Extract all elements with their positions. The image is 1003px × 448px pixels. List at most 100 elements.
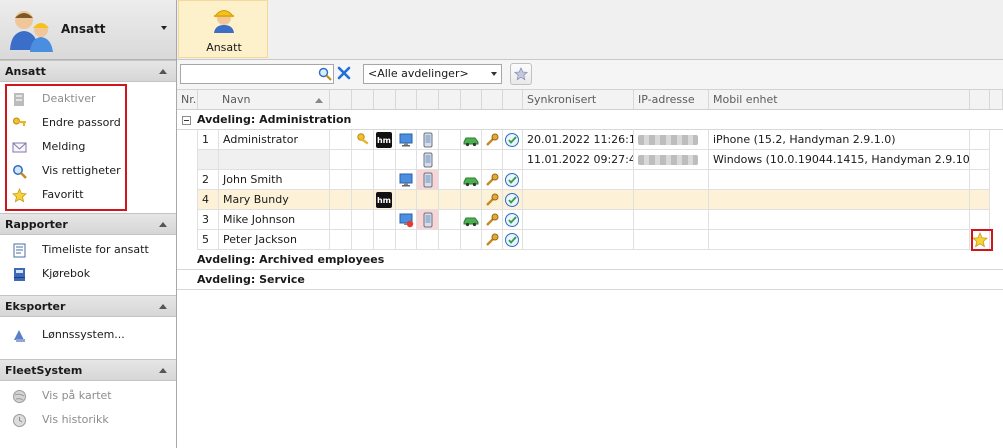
users-icon: [10, 11, 53, 52]
sidebar-item-timeliste[interactable]: Timeliste for ansatt: [0, 238, 176, 262]
clear-search-icon[interactable]: [336, 65, 352, 81]
sidebar-item-label: Timeliste for ansatt: [42, 243, 149, 256]
sidebar-item-vis-rettigheter[interactable]: Vis rettigheter: [0, 159, 176, 183]
tools-icon: [486, 213, 499, 226]
cell-navn: Administrator: [219, 130, 330, 150]
sidebar-item-kjorebok[interactable]: Kjørebok: [0, 262, 176, 286]
highlight-box: [971, 229, 993, 251]
column-header-blank: [374, 90, 396, 110]
sidebar-item-deaktiver[interactable]: Deaktiver: [0, 87, 176, 111]
sidebar-item-vis-pa-kartet[interactable]: Vis på kartet: [0, 384, 176, 408]
cell-icon: [503, 170, 523, 190]
cell-icon: [439, 130, 461, 150]
sidebar-item-label: Vis rettigheter: [42, 164, 121, 177]
search-icon[interactable]: [318, 67, 332, 81]
section-header-rapporter[interactable]: Rapporter: [0, 213, 176, 235]
cell-synkronisert: 20.01.2022 11:26:10: [523, 130, 634, 150]
section-title: Ansatt: [5, 65, 46, 78]
group-row-administration[interactable]: Avdeling: Administration: [177, 110, 1003, 130]
sidebar-item-favoritt[interactable]: Favoritt: [0, 183, 176, 207]
chevron-up-icon[interactable]: [159, 368, 167, 373]
cell-icon: [482, 190, 503, 210]
table-row[interactable]: 5 Peter Jackson: [177, 230, 1003, 250]
cell-favorite: [970, 170, 990, 190]
chevron-down-icon[interactable]: [161, 26, 167, 30]
clock-check-icon: [505, 213, 519, 227]
sidebar-item-lonnssystem[interactable]: Lønnssystem...: [0, 323, 176, 347]
logbook-icon: [14, 268, 25, 281]
sidebar-item-label: Deaktiver: [42, 92, 96, 105]
indent-cell: [177, 190, 198, 210]
ribbon-ansatt-button[interactable]: Ansatt: [178, 0, 268, 58]
section-header-ansatt[interactable]: Ansatt: [0, 60, 176, 82]
cell-nr: 2: [198, 170, 219, 190]
sidebar-item-melding[interactable]: Melding: [0, 135, 176, 159]
cell-navn: [219, 150, 330, 170]
car-icon: [463, 177, 479, 187]
clock-check-icon: [505, 233, 519, 247]
chevron-up-icon[interactable]: [159, 222, 167, 227]
cell-icon: [374, 210, 396, 230]
column-header-navn[interactable]: Navn: [198, 90, 330, 110]
search-box: [180, 64, 334, 84]
section-header-fleetsystem[interactable]: FleetSystem: [0, 359, 176, 381]
ribbon-button-label: Ansatt: [206, 41, 242, 54]
cell-favorite: [970, 130, 990, 150]
module-selector[interactable]: Ansatt: [0, 0, 176, 60]
chevron-up-icon[interactable]: [159, 69, 167, 74]
cell-mobil: [709, 230, 970, 250]
cell-icon: [461, 130, 482, 150]
collapse-toggle-icon[interactable]: [182, 116, 191, 125]
cell-icon: [330, 230, 352, 250]
favorite-filter-button[interactable]: [510, 63, 532, 85]
cell-synkronisert: [523, 190, 634, 210]
cell-icon: [439, 230, 461, 250]
sidebar: Ansatt Ansatt Deaktiver Endre passord Me…: [0, 0, 177, 448]
sort-ascending-icon: [315, 98, 323, 103]
group-row-archived[interactable]: Avdeling: Archived employees: [177, 250, 1003, 270]
cell-icon: [503, 210, 523, 230]
column-header-ip[interactable]: IP-adresse: [634, 90, 709, 110]
cell-icon: [439, 170, 461, 190]
column-header-synkronisert[interactable]: Synkronisert: [523, 90, 634, 110]
column-header-blank: [482, 90, 503, 110]
table-row-selected[interactable]: 4 Mary Bundy hm: [177, 190, 1003, 210]
cell-icon: [439, 150, 461, 170]
department-select[interactable]: <Alle avdelinger>: [363, 64, 502, 84]
column-header-nr[interactable]: Nr.: [177, 90, 198, 110]
table-row[interactable]: 1 Administrator hm 20.01.2022 11:26:10 i…: [177, 130, 1003, 150]
table-row[interactable]: 3 Mike Johnson: [177, 210, 1003, 230]
sidebar-item-label: Vis på kartet: [42, 389, 112, 402]
column-header-blank: [461, 90, 482, 110]
search-input[interactable]: [181, 65, 301, 83]
column-header-blank: [352, 90, 374, 110]
group-label: Avdeling: Service: [197, 273, 305, 286]
group-row-service[interactable]: Avdeling: Service: [177, 270, 1003, 290]
cell-icon: [461, 150, 482, 170]
cell-synkronisert: [523, 230, 634, 250]
cell-icon: [439, 210, 461, 230]
sidebar-item-label: Vis historikk: [42, 413, 109, 426]
cell-icon: [330, 190, 352, 210]
cell-icon: [330, 210, 352, 230]
table-row[interactable]: 2 John Smith: [177, 170, 1003, 190]
chevron-up-icon[interactable]: [159, 304, 167, 309]
car-icon: [463, 217, 479, 227]
key-icon: [13, 117, 26, 126]
sidebar-item-label: Kjørebok: [42, 267, 91, 280]
computer-alert-icon: [399, 213, 414, 228]
cell-icon: [417, 170, 439, 190]
sidebar-item-endre-passord[interactable]: Endre passord: [0, 111, 176, 135]
table-row[interactable]: 11.01.2022 09:27:45 Windows (10.0.19044.…: [177, 150, 1003, 170]
sidebar-item-vis-historikk[interactable]: Vis historikk: [0, 408, 176, 432]
tools-icon: [486, 173, 499, 186]
worker-icon: [213, 10, 235, 33]
sidebar-item-label: Lønnssystem...: [42, 328, 125, 341]
cell-icon: [503, 130, 523, 150]
computer-icon: [399, 133, 413, 147]
column-header-mobil[interactable]: Mobil enhet: [709, 90, 970, 110]
cell-ip: [634, 170, 709, 190]
indent-cell: [177, 130, 198, 150]
cell-icon: [482, 210, 503, 230]
section-header-eksporter[interactable]: Eksporter: [0, 295, 176, 317]
